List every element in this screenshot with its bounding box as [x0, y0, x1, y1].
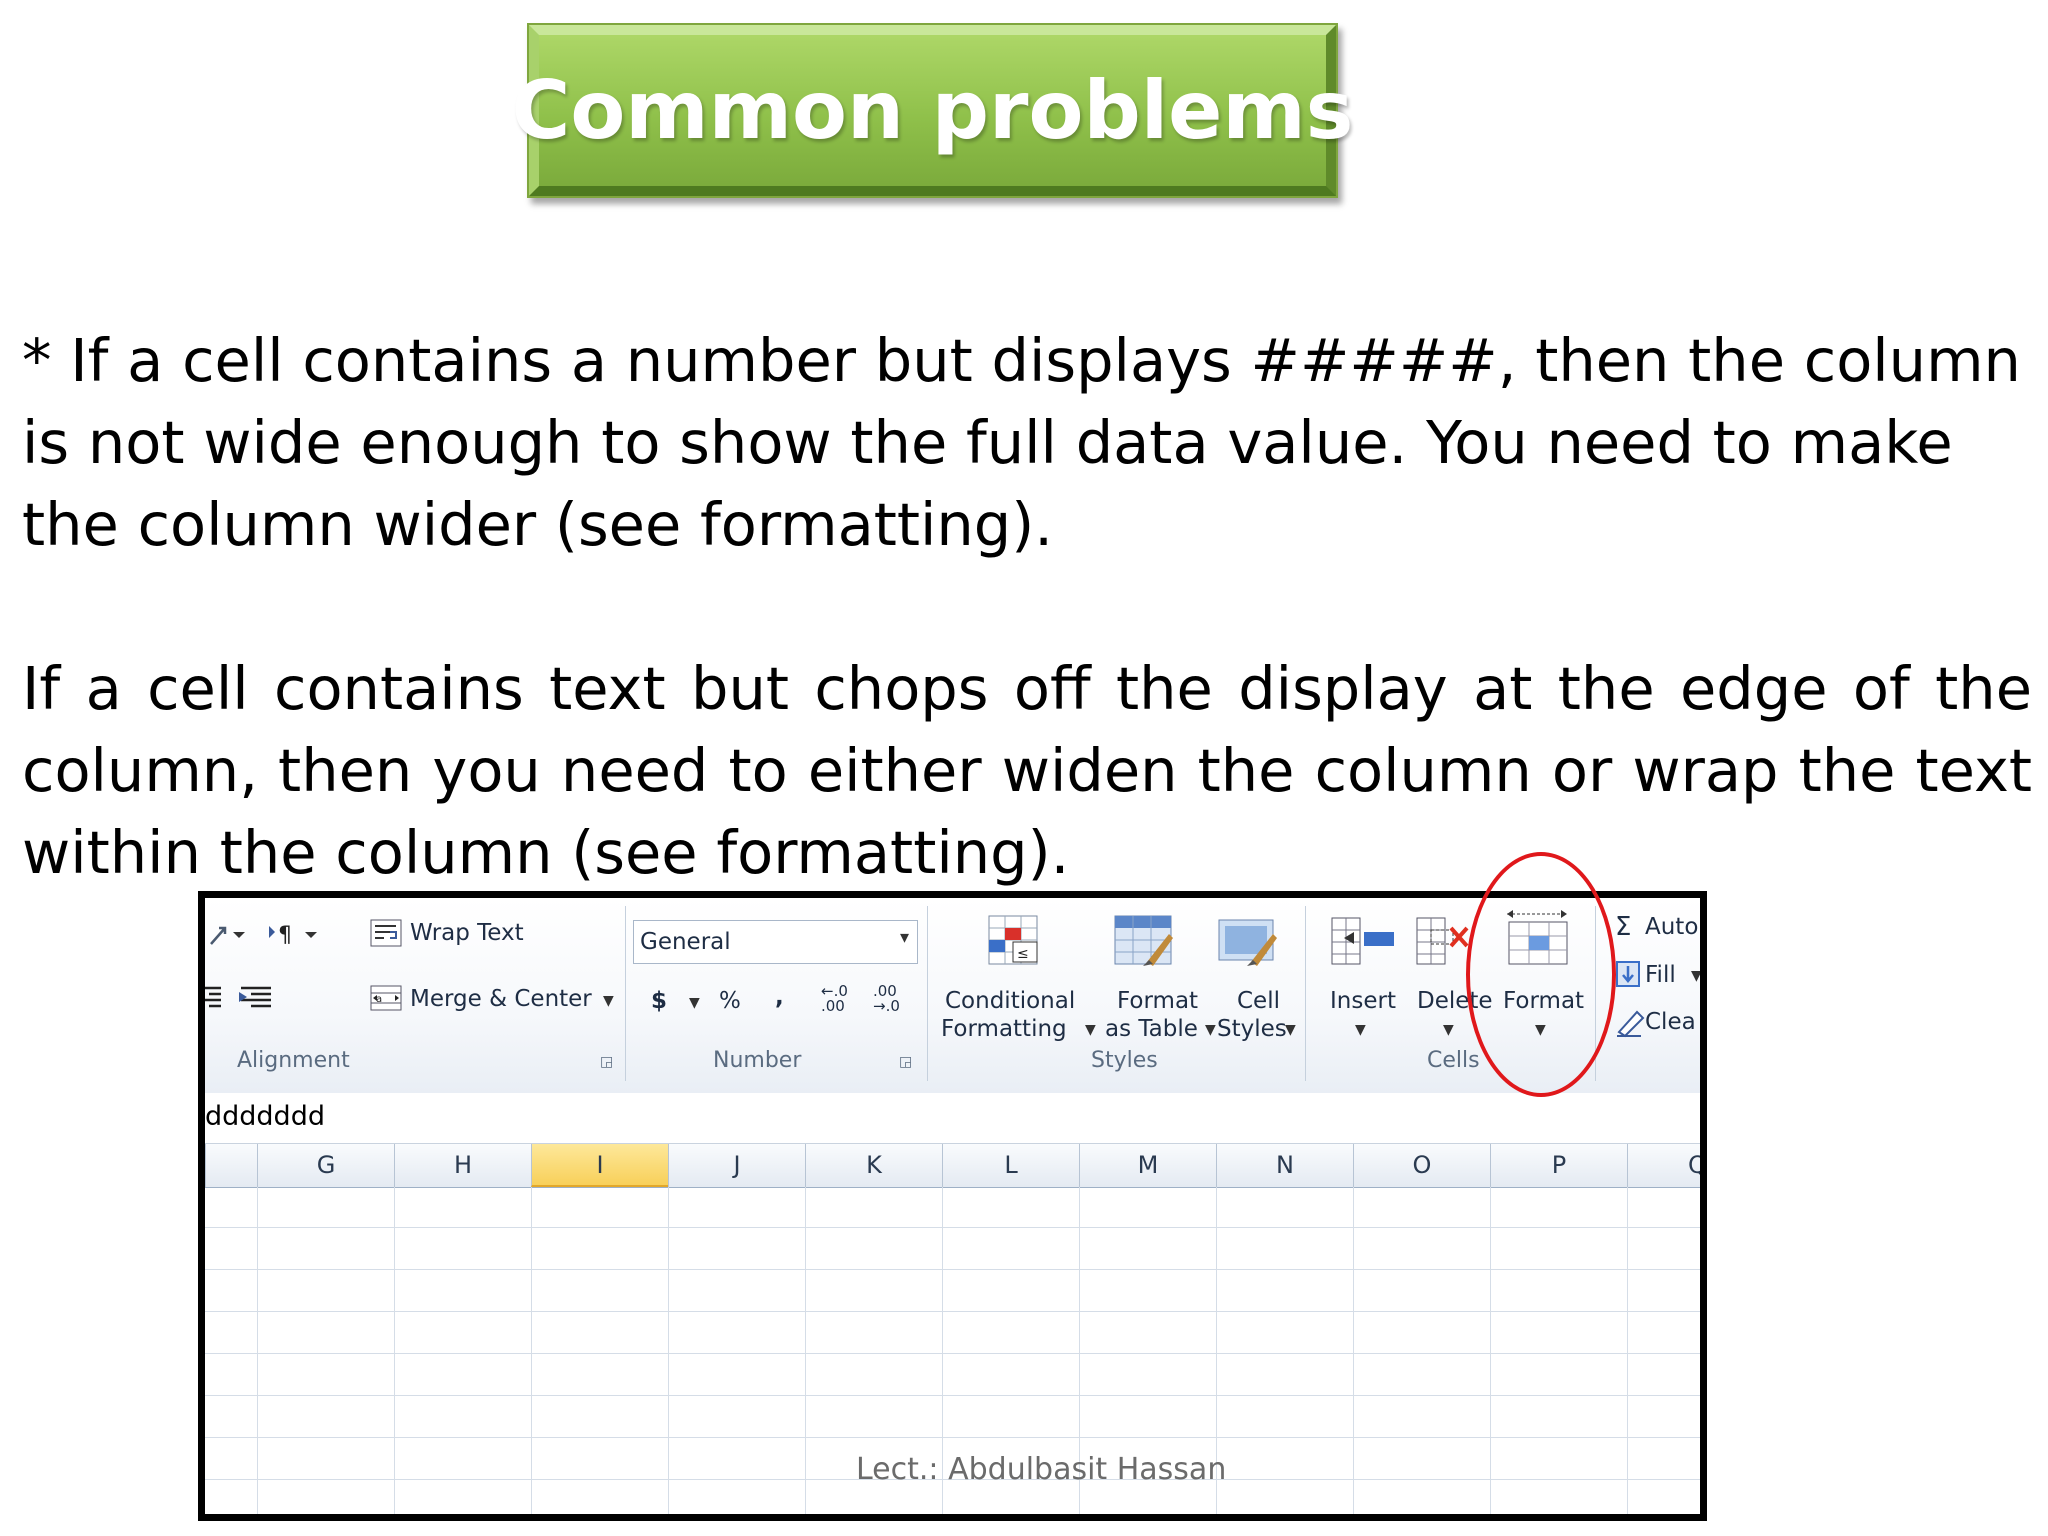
footer-author: Lect.: Abdulbasit Hassan — [856, 1452, 1227, 1487]
column-header-g[interactable]: G — [257, 1144, 394, 1187]
insert-dropdown-icon[interactable]: ▼ — [1355, 1022, 1366, 1038]
autosum-icon: Σ — [1615, 912, 1632, 942]
grid-row-line — [205, 1227, 1700, 1228]
column-header-o[interactable]: O — [1353, 1144, 1490, 1187]
group-label-number: Number — [713, 1048, 802, 1073]
column-header-l[interactable]: L — [942, 1144, 1079, 1187]
number-format-value: General — [640, 929, 731, 955]
comma-button[interactable]: , — [775, 984, 784, 1010]
format-as-table-icon — [1113, 912, 1175, 972]
currency-button[interactable]: $ — [651, 988, 667, 1014]
grid-col-line — [531, 1187, 532, 1514]
clear-button[interactable]: Clea — [1645, 1009, 1696, 1035]
page-title: Common problems — [511, 64, 1354, 157]
wrap-text-icon — [370, 918, 404, 952]
alignment-launcher-icon[interactable]: ◲ — [600, 1054, 613, 1070]
merge-dropdown-arrow-icon[interactable]: ▼ — [603, 993, 614, 1009]
align-right-icon[interactable] — [205, 982, 275, 1016]
merge-center-icon: a — [370, 983, 404, 1017]
text-direction-icon[interactable]: ¶ — [265, 920, 325, 954]
autosum-button[interactable]: Auto — [1645, 914, 1698, 940]
cell-styles-dropdown-icon[interactable]: ▼ — [1285, 1022, 1296, 1038]
clear-icon — [1615, 1008, 1645, 1042]
group-divider — [625, 906, 626, 1081]
currency-dropdown-icon[interactable]: ▼ — [689, 995, 700, 1011]
formula-bar-value: ddddddd — [205, 1101, 325, 1132]
cell-styles-label-2[interactable]: Styles — [1217, 1016, 1287, 1042]
conditional-formatting-label[interactable]: Conditional — [945, 988, 1075, 1014]
group-label-styles: Styles — [1091, 1048, 1158, 1073]
conditional-formatting-dropdown-icon[interactable]: ▼ — [1085, 1022, 1096, 1038]
number-format-select[interactable]: General ▾ — [633, 920, 918, 964]
grid-row-line — [205, 1311, 1700, 1312]
group-divider — [1305, 906, 1306, 1081]
grid-row-line — [205, 1437, 1700, 1438]
grid-col-line — [805, 1187, 806, 1514]
svg-text:≤: ≤ — [1017, 946, 1029, 962]
column-header-m[interactable]: M — [1079, 1144, 1216, 1187]
column-header-row: G H I J K L M N O P Q — [205, 1144, 1700, 1188]
chevron-down-icon: ▾ — [899, 927, 909, 948]
column-header-j[interactable]: J — [668, 1144, 805, 1187]
grid-col-line — [257, 1187, 258, 1514]
formula-bar[interactable]: ddddddd — [205, 1093, 1700, 1144]
merge-center-button[interactable]: Merge & Center — [410, 986, 592, 1012]
format-as-table-label[interactable]: Format — [1117, 988, 1198, 1014]
grid-col-line — [1490, 1187, 1491, 1514]
column-header-h[interactable]: H — [394, 1144, 531, 1187]
delete-dropdown-icon[interactable]: ▼ — [1443, 1022, 1454, 1038]
column-header-k[interactable]: K — [805, 1144, 942, 1187]
grid-col-line — [1627, 1187, 1628, 1514]
group-divider — [927, 906, 928, 1081]
column-header-p[interactable]: P — [1490, 1144, 1627, 1187]
fill-button[interactable]: Fill — [1645, 962, 1676, 988]
column-header-n[interactable]: N — [1216, 1144, 1353, 1187]
group-label-alignment: Alignment — [237, 1048, 350, 1073]
conditional-formatting-icon: ≤ — [987, 912, 1041, 972]
decrease-decimal-button[interactable]: .00 →.0 — [873, 984, 909, 1014]
wrap-text-button[interactable]: Wrap Text — [410, 920, 524, 946]
highlight-circle — [1466, 852, 1616, 1097]
percent-button[interactable]: % — [719, 988, 741, 1014]
fill-dropdown-icon[interactable]: ▼ — [1691, 968, 1700, 984]
cell-styles-icon — [1217, 912, 1279, 972]
column-header-q[interactable]: Q — [1627, 1144, 1700, 1187]
format-as-table-dropdown-icon[interactable]: ▼ — [1205, 1022, 1216, 1038]
title-banner: Common problems — [512, 23, 1353, 198]
number-launcher-icon[interactable]: ◲ — [899, 1054, 912, 1070]
paragraph-number-overflow: * If a cell contains a number but displa… — [22, 326, 2021, 559]
grid-col-line — [394, 1187, 395, 1514]
cell-styles-label[interactable]: Cell — [1237, 988, 1280, 1014]
insert-icon — [1330, 914, 1396, 972]
insert-button[interactable]: Insert — [1330, 988, 1396, 1014]
paragraph-text-overflow: If a cell contains text but chops off th… — [22, 654, 2032, 887]
fill-icon — [1615, 960, 1643, 994]
conditional-formatting-label-2[interactable]: Formatting — [941, 1016, 1067, 1042]
column-header-i[interactable]: I — [531, 1144, 668, 1187]
increase-decimal-button[interactable]: ←.0 .00 — [821, 984, 857, 1014]
grid-row-line — [205, 1269, 1700, 1270]
column-header-cutoff[interactable] — [205, 1144, 257, 1187]
grid-row-line — [205, 1395, 1700, 1396]
format-as-table-label-2[interactable]: as Table — [1105, 1016, 1198, 1042]
orientation-icon[interactable] — [207, 920, 247, 954]
svg-text:¶: ¶ — [278, 923, 292, 948]
grid-col-line — [1353, 1187, 1354, 1514]
grid-col-line — [668, 1187, 669, 1514]
group-label-cells: Cells — [1427, 1048, 1480, 1073]
grid-row-line — [205, 1353, 1700, 1354]
